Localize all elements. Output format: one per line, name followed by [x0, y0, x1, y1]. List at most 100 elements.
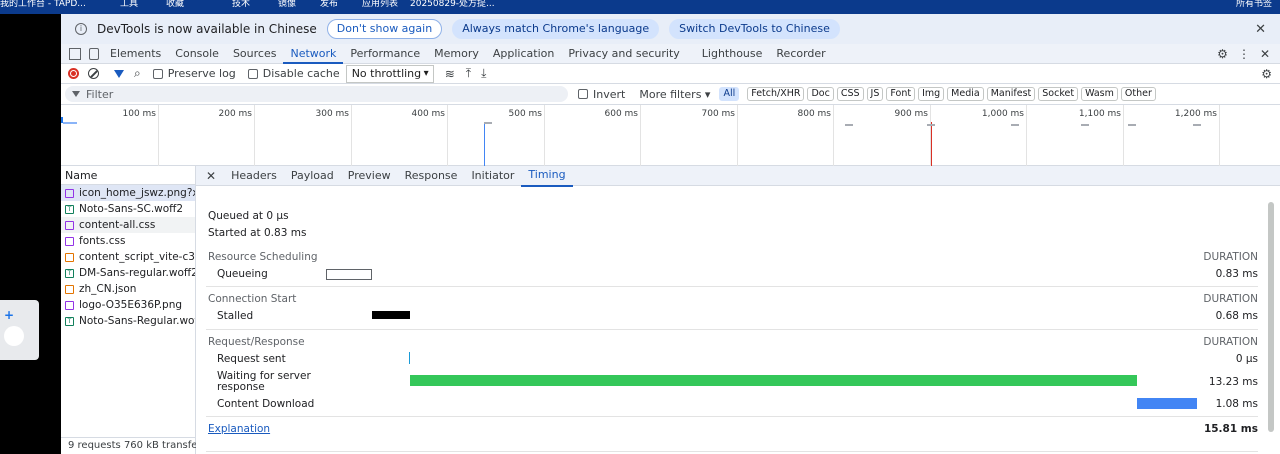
- tick-label: 900 ms: [894, 109, 929, 119]
- all-bookmarks[interactable]: 所有书签: [1236, 0, 1272, 9]
- type-filter-manifest[interactable]: Manifest: [986, 87, 1036, 101]
- bookmark-item[interactable]: 20250829-处方提...: [410, 0, 495, 9]
- export-har-icon[interactable]: ⤓: [481, 66, 486, 81]
- filter-input[interactable]: Filter: [65, 86, 568, 102]
- tab-timing[interactable]: Timing: [521, 165, 573, 187]
- more-filters-dropdown[interactable]: More filters ▾: [639, 88, 710, 101]
- request-row[interactable]: content-all.css: [61, 217, 195, 233]
- bookmark-item[interactable]: 收藏: [166, 0, 184, 9]
- request-rows: icon_home_jswz.png?x-... T Noto-Sans-SC.wo…: [61, 185, 195, 329]
- tab-application[interactable]: Application: [486, 44, 561, 64]
- device-toolbar-icon[interactable]: [89, 47, 99, 60]
- content-download-label: Content Download: [217, 398, 315, 410]
- type-filter-socket[interactable]: Socket: [1038, 87, 1079, 101]
- gridline: [1123, 105, 1124, 166]
- tab-payload[interactable]: Payload: [284, 166, 341, 186]
- request-sent-label: Request sent: [217, 353, 286, 365]
- request-row[interactable]: T DM-Sans-regular.woff2: [61, 265, 195, 281]
- font-icon: T: [65, 316, 74, 326]
- disable-cache-checkbox[interactable]: Disable cache: [247, 67, 340, 80]
- tab-response[interactable]: Response: [398, 166, 465, 186]
- explanation-link[interactable]: Explanation: [208, 423, 270, 435]
- settings-gear-icon[interactable]: ⚙: [1217, 47, 1228, 61]
- dont-show-again-button[interactable]: Don't show again: [326, 19, 443, 39]
- tick-label: 500 ms: [508, 109, 543, 119]
- request-row[interactable]: zh_CN.json: [61, 281, 195, 297]
- checkbox-box[interactable]: [247, 68, 258, 79]
- tab-initiator[interactable]: Initiator: [464, 166, 521, 186]
- network-overview-timeline[interactable]: 100 ms 200 ms 300 ms 400 ms 500 ms 600 m…: [61, 105, 1280, 166]
- network-conditions-icon[interactable]: ≋: [445, 67, 455, 81]
- divider: [206, 416, 1258, 417]
- panel-tabs: Elements Console Sources Network Perform…: [61, 44, 1280, 64]
- preserve-log-checkbox[interactable]: Preserve log: [152, 67, 236, 80]
- switch-to-chinese-button[interactable]: Switch DevTools to Chinese: [669, 19, 840, 39]
- request-row[interactable]: T Noto-Sans-SC.woff2: [61, 201, 195, 217]
- type-filter-doc[interactable]: Doc: [807, 87, 834, 101]
- request-row[interactable]: T Noto-Sans-Regular.woff2: [61, 313, 195, 329]
- type-filter-js[interactable]: JS: [866, 87, 884, 101]
- type-filter-wasm[interactable]: Wasm: [1081, 87, 1118, 101]
- tab-network[interactable]: Network: [283, 44, 344, 64]
- type-filter-media[interactable]: Media: [947, 87, 984, 101]
- throttling-select[interactable]: No throttling: [345, 64, 434, 83]
- match-language-button[interactable]: Always match Chrome's language: [452, 19, 660, 39]
- more-filters-label: More filters: [639, 87, 702, 101]
- network-settings-gear-icon[interactable]: ⚙: [1261, 67, 1272, 81]
- tab-elements[interactable]: Elements: [103, 44, 168, 64]
- import-har-icon[interactable]: ⤒: [466, 66, 471, 81]
- tab-memory[interactable]: Memory: [427, 44, 486, 64]
- close-icon[interactable]: ✕: [1255, 22, 1266, 37]
- request-sent-bar: [409, 352, 410, 364]
- name-column-header[interactable]: Name: [61, 166, 195, 185]
- checkbox-box[interactable]: [578, 89, 588, 99]
- tab-privacy-security[interactable]: Privacy and security: [561, 44, 686, 64]
- bookmark-item[interactable]: 镜像: [278, 0, 296, 9]
- request-sent-value: 0 µs: [1235, 353, 1258, 365]
- tab-lighthouse[interactable]: Lighthouse: [695, 44, 770, 64]
- type-filter-other[interactable]: Other: [1120, 87, 1156, 101]
- type-filter-all[interactable]: All: [719, 87, 740, 101]
- scrollbar[interactable]: [1268, 202, 1274, 432]
- gridline: [833, 105, 834, 166]
- request-row[interactable]: icon_home_jswz.png?x-...: [61, 185, 195, 201]
- invert-checkbox[interactable]: Invert: [578, 88, 625, 101]
- close-devtools-icon[interactable]: ✕: [1260, 47, 1270, 61]
- type-filter-css[interactable]: CSS: [836, 87, 864, 101]
- clear-icon[interactable]: [88, 68, 99, 79]
- bookmark-item[interactable]: 发布: [320, 0, 338, 9]
- record-icon[interactable]: [68, 68, 79, 79]
- tab-performance[interactable]: Performance: [343, 44, 427, 64]
- bookmark-item[interactable]: 工具: [120, 0, 138, 9]
- bookmark-item[interactable]: 技术: [232, 0, 250, 9]
- floating-widget[interactable]: +: [0, 300, 39, 360]
- request-row[interactable]: content_script_vite-c387...: [61, 249, 195, 265]
- bookmark-item[interactable]: 我的工作台 - TAPD...: [0, 0, 86, 9]
- request-row[interactable]: fonts.css: [61, 233, 195, 249]
- type-filter-font[interactable]: Font: [886, 87, 916, 101]
- resource-scheduling-heading: Resource Scheduling: [208, 251, 318, 263]
- dom-content-loaded-line: [484, 122, 485, 166]
- bookmark-item[interactable]: 应用列表: [362, 0, 398, 9]
- waiting-bar: [410, 375, 1137, 386]
- tab-console[interactable]: Console: [168, 44, 226, 64]
- request-bar: [1128, 124, 1136, 126]
- type-filter-fetch-xhr[interactable]: Fetch/XHR: [747, 87, 805, 101]
- css-icon: [65, 236, 74, 246]
- more-options-icon[interactable]: ⋮: [1238, 47, 1250, 61]
- gridline: [254, 105, 255, 166]
- close-detail-icon[interactable]: ✕: [206, 169, 216, 183]
- tab-sources[interactable]: Sources: [226, 44, 284, 64]
- content-download-bar: [1137, 398, 1197, 409]
- type-filter-img[interactable]: Img: [918, 87, 945, 101]
- inspect-element-icon[interactable]: [69, 47, 81, 60]
- request-bar: [845, 124, 853, 126]
- filter-toggle-icon[interactable]: [114, 69, 124, 78]
- request-row[interactable]: logo-O35E636P.png: [61, 297, 195, 313]
- checkbox-box[interactable]: [152, 68, 163, 79]
- tab-preview[interactable]: Preview: [341, 166, 398, 186]
- search-icon[interactable]: ⌕: [134, 66, 141, 81]
- tab-headers[interactable]: Headers: [224, 166, 284, 186]
- tab-recorder[interactable]: Recorder: [769, 44, 832, 64]
- queueing-value: 0.83 ms: [1215, 268, 1258, 280]
